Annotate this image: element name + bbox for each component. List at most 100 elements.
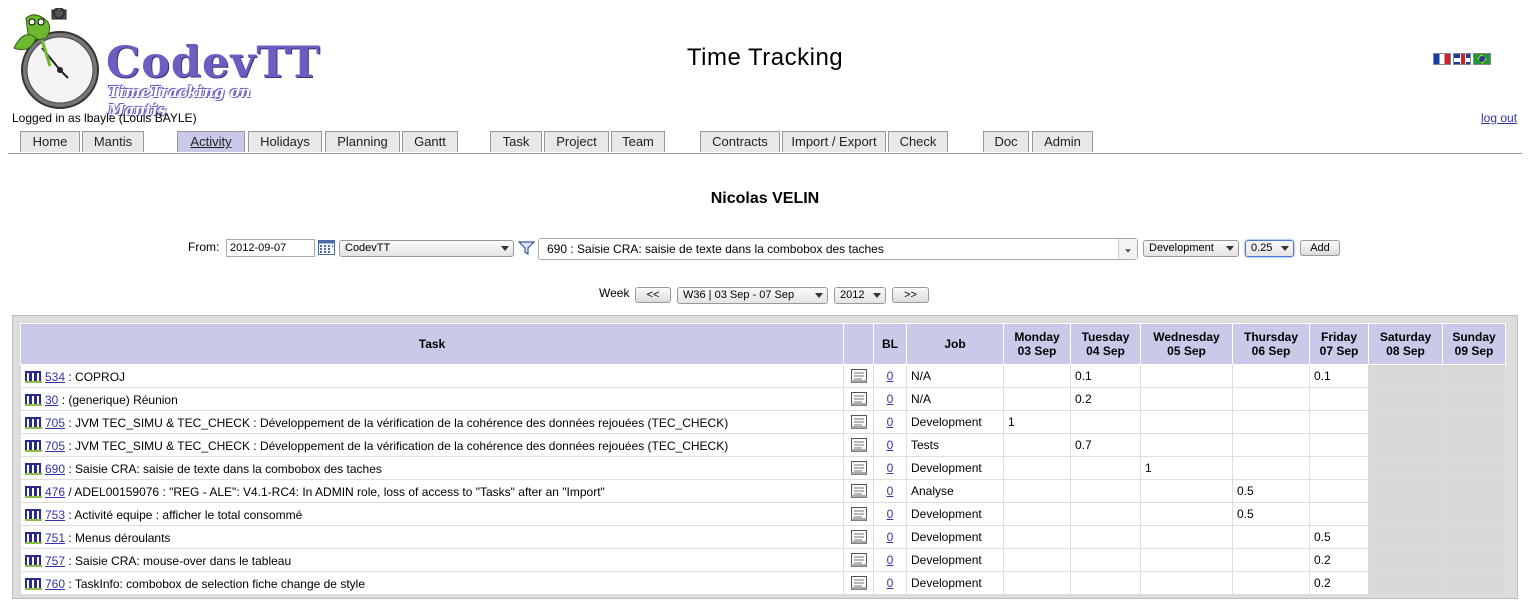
task-id-link[interactable]: 760 — [45, 577, 65, 591]
day-value-cell[interactable] — [1442, 410, 1506, 434]
tab-gantt[interactable]: Gantt — [402, 131, 458, 152]
backlog-link[interactable]: 0 — [887, 392, 894, 406]
week-select[interactable]: W36 | 03 Sep - 07 Sep — [677, 287, 828, 304]
tab-project[interactable]: Project — [544, 131, 609, 152]
day-value-cell[interactable] — [1368, 571, 1443, 595]
day-value-cell[interactable] — [1003, 456, 1071, 480]
tab-holidays[interactable]: Holidays — [248, 131, 322, 152]
day-value-cell[interactable] — [1140, 502, 1233, 526]
day-value-cell[interactable] — [1232, 387, 1310, 411]
uk-flag-icon[interactable] — [1453, 53, 1471, 65]
task-id-link[interactable]: 476 — [45, 485, 65, 499]
day-value-cell[interactable] — [1309, 479, 1369, 503]
task-id-link[interactable]: 753 — [45, 508, 65, 522]
backlog-link[interactable]: 0 — [887, 553, 894, 567]
day-value-cell[interactable]: 0.1 — [1070, 364, 1141, 388]
note-icon[interactable] — [850, 438, 867, 453]
day-value-cell[interactable]: 0.5 — [1232, 502, 1310, 526]
day-value-cell[interactable] — [1309, 502, 1369, 526]
day-value-cell[interactable] — [1070, 502, 1141, 526]
day-value-cell[interactable] — [1368, 548, 1443, 572]
day-value-cell[interactable]: 0.1 — [1309, 364, 1369, 388]
day-value-cell[interactable] — [1232, 456, 1310, 480]
day-value-cell[interactable] — [1442, 571, 1506, 595]
tab-home[interactable]: Home — [20, 131, 80, 152]
day-value-cell[interactable] — [1070, 571, 1141, 595]
backlog-link[interactable]: 0 — [887, 507, 894, 521]
note-icon[interactable] — [850, 415, 867, 430]
day-value-cell[interactable] — [1368, 525, 1443, 549]
day-value-cell[interactable] — [1442, 387, 1506, 411]
day-value-cell[interactable]: 0.2 — [1309, 571, 1369, 595]
chevron-down-icon[interactable] — [1118, 239, 1137, 259]
task-id-link[interactable]: 534 — [45, 370, 65, 384]
fr-flag-icon[interactable] — [1433, 53, 1451, 65]
duration-select[interactable]: 0.25 — [1245, 240, 1294, 257]
add-button[interactable]: Add — [1300, 240, 1340, 256]
day-value-cell[interactable]: 1 — [1140, 456, 1233, 480]
task-id-link[interactable]: 705 — [45, 439, 65, 453]
day-value-cell[interactable] — [1140, 433, 1233, 457]
year-select[interactable]: 2012 — [834, 287, 886, 304]
note-icon[interactable] — [850, 392, 867, 407]
backlog-link[interactable]: 0 — [887, 461, 894, 475]
day-value-cell[interactable] — [1442, 502, 1506, 526]
day-value-cell[interactable] — [1070, 410, 1141, 434]
note-icon[interactable] — [850, 553, 867, 568]
day-value-cell[interactable] — [1442, 364, 1506, 388]
day-value-cell[interactable] — [1368, 410, 1443, 434]
day-value-cell[interactable] — [1442, 433, 1506, 457]
day-value-cell[interactable] — [1070, 479, 1141, 503]
day-value-cell[interactable] — [1232, 410, 1310, 434]
tab-team[interactable]: Team — [611, 131, 665, 152]
note-icon[interactable] — [850, 461, 867, 476]
day-value-cell[interactable] — [1140, 548, 1233, 572]
prev-week-button[interactable]: << — [635, 287, 671, 303]
day-value-cell[interactable] — [1442, 548, 1506, 572]
day-value-cell[interactable] — [1442, 479, 1506, 503]
day-value-cell[interactable] — [1070, 548, 1141, 572]
tab-check[interactable]: Check — [888, 131, 948, 152]
day-value-cell[interactable] — [1442, 456, 1506, 480]
logout-link[interactable]: log out — [1481, 111, 1517, 125]
job-select[interactable]: Development — [1143, 240, 1239, 257]
day-value-cell[interactable] — [1003, 479, 1071, 503]
day-value-cell[interactable] — [1003, 525, 1071, 549]
day-value-cell[interactable] — [1140, 364, 1233, 388]
day-value-cell[interactable] — [1368, 456, 1443, 480]
day-value-cell[interactable]: 0.7 — [1070, 433, 1141, 457]
day-value-cell[interactable] — [1309, 410, 1369, 434]
day-value-cell[interactable] — [1309, 387, 1369, 411]
day-value-cell[interactable]: 0.2 — [1070, 387, 1141, 411]
backlog-link[interactable]: 0 — [887, 369, 894, 383]
note-icon[interactable] — [850, 369, 867, 384]
day-value-cell[interactable] — [1140, 387, 1233, 411]
note-icon[interactable] — [850, 576, 867, 591]
day-value-cell[interactable] — [1368, 502, 1443, 526]
day-value-cell[interactable] — [1070, 525, 1141, 549]
note-icon[interactable] — [850, 507, 867, 522]
day-value-cell[interactable] — [1003, 571, 1071, 595]
day-value-cell[interactable] — [1140, 479, 1233, 503]
backlog-link[interactable]: 0 — [887, 530, 894, 544]
day-value-cell[interactable] — [1003, 387, 1071, 411]
day-value-cell[interactable] — [1140, 410, 1233, 434]
day-value-cell[interactable] — [1232, 525, 1310, 549]
day-value-cell[interactable] — [1442, 525, 1506, 549]
day-value-cell[interactable] — [1140, 571, 1233, 595]
tab-mantis[interactable]: Mantis — [82, 131, 144, 152]
day-value-cell[interactable] — [1070, 456, 1141, 480]
task-id-link[interactable]: 30 — [45, 393, 58, 407]
day-value-cell[interactable] — [1368, 364, 1443, 388]
day-value-cell[interactable] — [1309, 456, 1369, 480]
day-value-cell[interactable] — [1003, 433, 1071, 457]
day-value-cell[interactable] — [1368, 387, 1443, 411]
day-value-cell[interactable]: 1 — [1003, 410, 1071, 434]
day-value-cell[interactable] — [1232, 571, 1310, 595]
filter-icon[interactable] — [518, 241, 535, 255]
task-id-link[interactable]: 690 — [45, 462, 65, 476]
day-value-cell[interactable] — [1232, 433, 1310, 457]
backlog-link[interactable]: 0 — [887, 484, 894, 498]
tab-contracts[interactable]: Contracts — [700, 131, 780, 152]
note-icon[interactable] — [850, 484, 867, 499]
